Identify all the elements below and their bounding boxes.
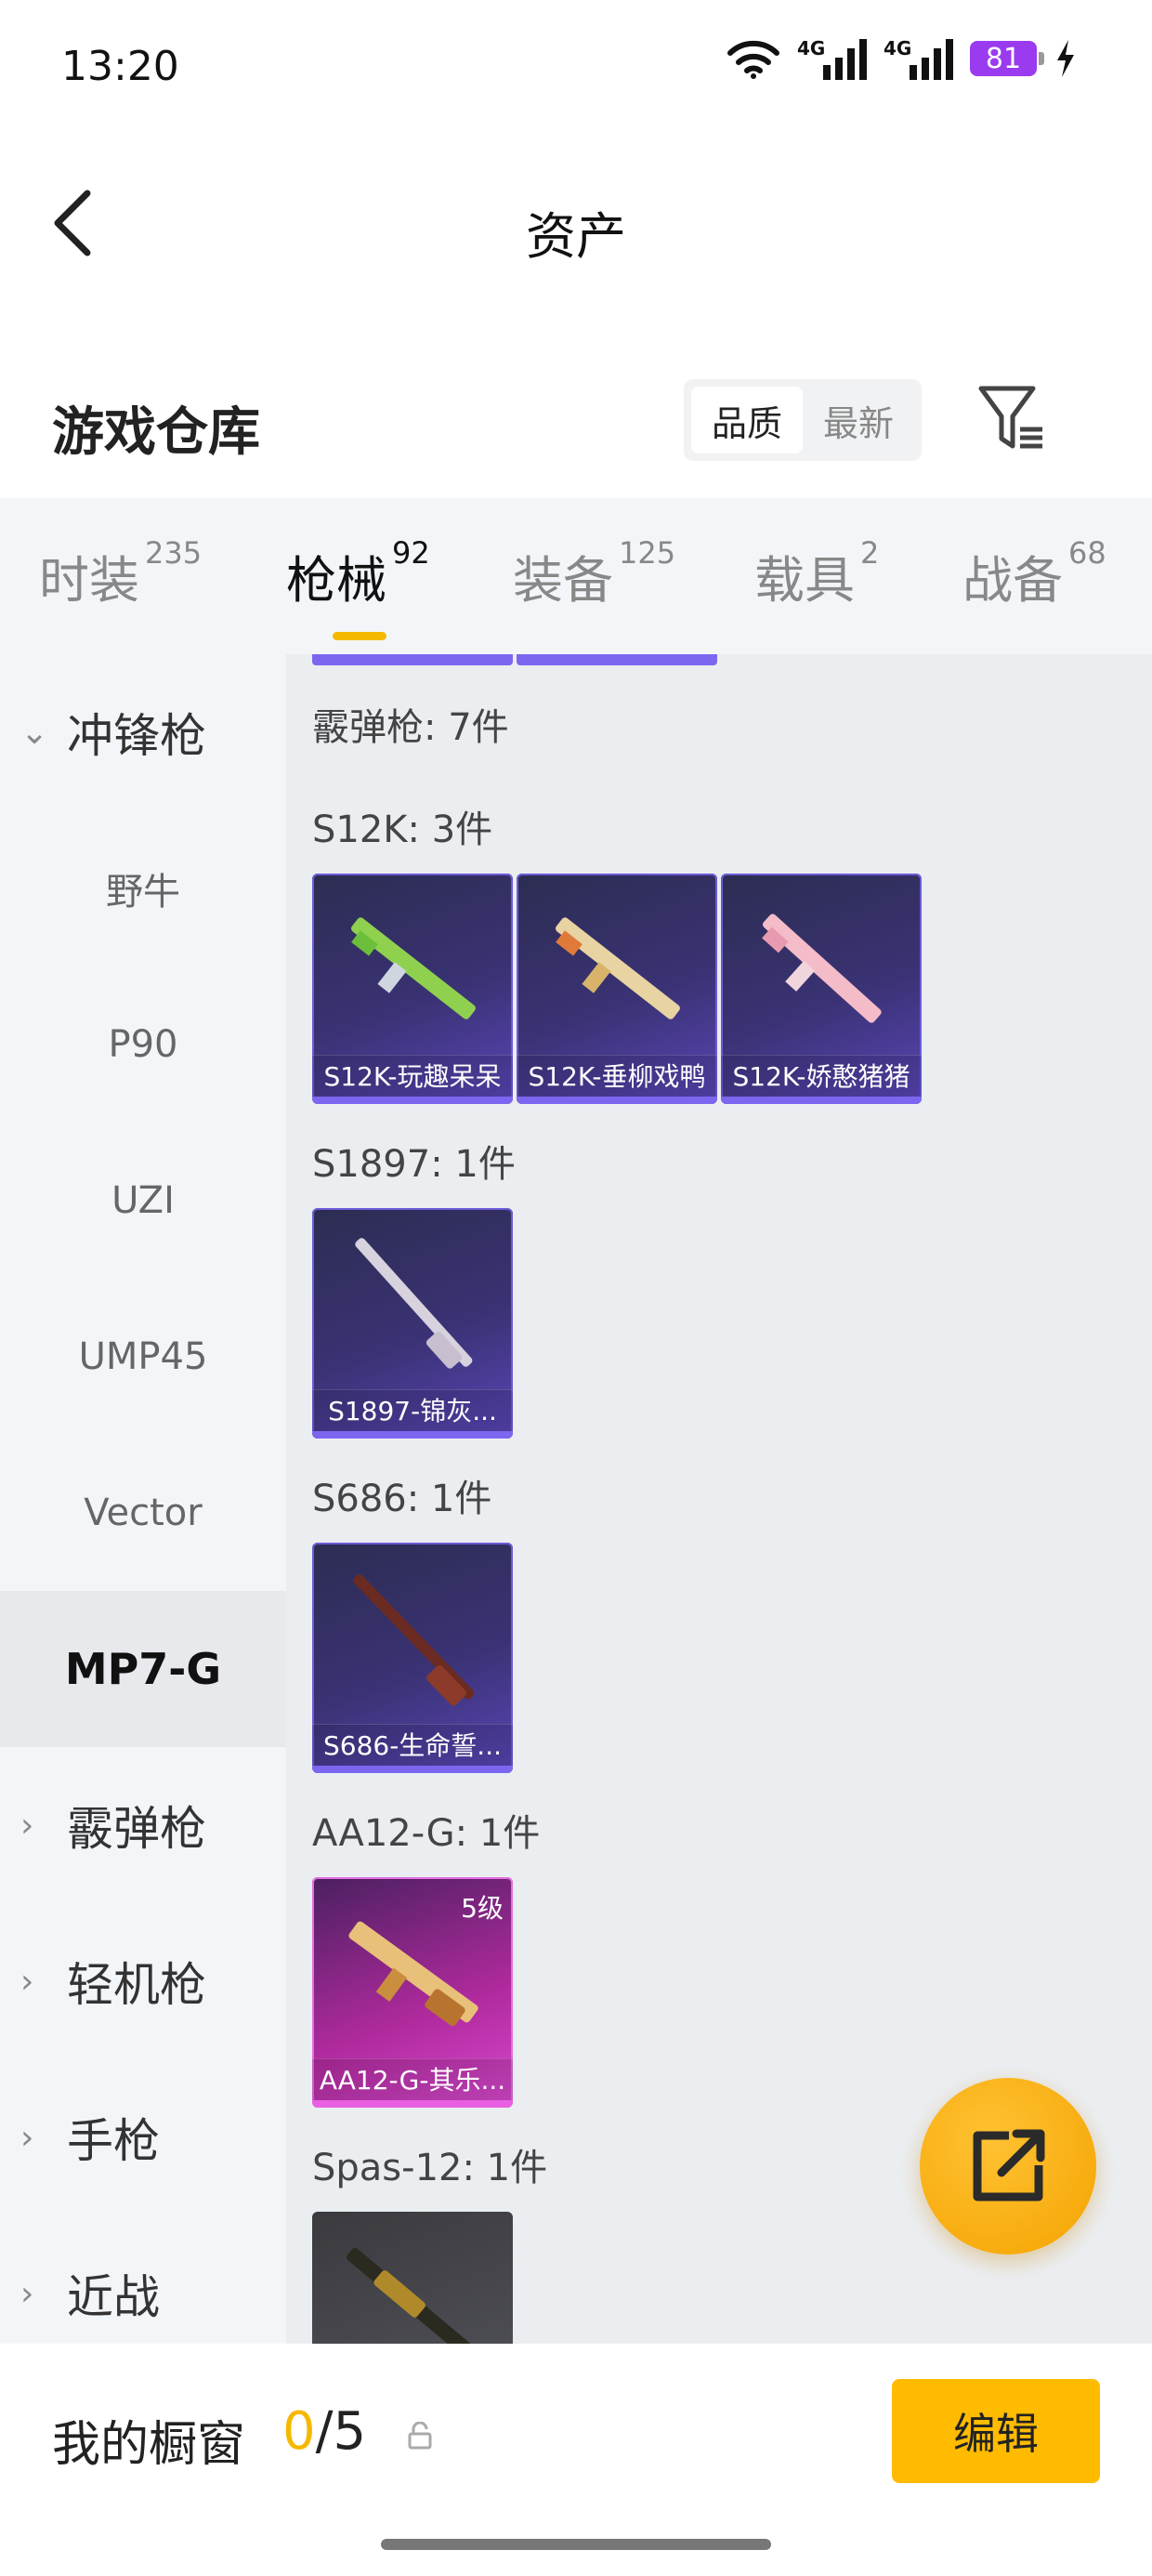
lock-icon [408, 2422, 432, 2450]
weapon-card[interactable]: S12K-玩趣呆呆 [312, 874, 513, 1104]
rifle-icon [762, 913, 882, 1023]
chevron-right-icon: › [20, 2118, 34, 2157]
shotgun-icon [347, 2247, 481, 2344]
card-stub [312, 654, 513, 665]
chevron-down-icon: ⌄ [20, 713, 49, 752]
category-tabs: 时装 235 枪械 92 装备 125 载具 2 战备 68 [0, 498, 1152, 654]
app-header: 资产 [0, 139, 1152, 307]
tab-vehicles[interactable]: 载具 2 [754, 535, 879, 612]
showcase-bar: 我的橱窗 0/5 编辑 [0, 2344, 1152, 2576]
weapon-card[interactable] [312, 2212, 513, 2344]
sort-newest-button[interactable]: 最新 [803, 387, 914, 453]
wifi-icon [727, 40, 779, 79]
section-title-spas12: Spas-12: 1件 [312, 2147, 548, 2189]
weapon-card[interactable]: 5级 AA12-G-其乐... [312, 1877, 513, 2108]
tab-active-indicator [333, 632, 386, 640]
home-indicator[interactable] [381, 2539, 771, 2550]
share-external-icon [973, 2129, 1045, 2201]
section-title-shotgun: 霰弹枪: 7件 [312, 706, 509, 749]
nav-item-bizon[interactable]: 野牛 [0, 810, 286, 966]
nav-group-lmg[interactable]: › 轻机枪 [0, 1903, 286, 2059]
page-title: 资产 [526, 207, 626, 266]
share-fab-button[interactable] [920, 2078, 1096, 2254]
chevron-right-icon: › [20, 1806, 34, 1845]
sort-quality-button[interactable]: 品质 [691, 387, 803, 453]
sort-toggle: 品质 最新 [684, 379, 922, 461]
nav-item-ump45[interactable]: UMP45 [0, 1279, 286, 1435]
status-time: 13:20 [61, 43, 179, 90]
shotgun-icon [353, 1574, 475, 1706]
nav-group-pistol[interactable]: › 手枪 [0, 2059, 286, 2215]
rifle-icon [555, 917, 680, 1019]
filter-icon[interactable] [975, 381, 1050, 455]
chevron-right-icon: › [20, 1962, 34, 2001]
nav-item-vector[interactable]: Vector [0, 1435, 286, 1591]
section-title-s12k: S12K: 3件 [312, 808, 493, 851]
section-title-aa12g: AA12-G: 1件 [312, 1812, 541, 1855]
signal-1-icon: 4G [797, 37, 867, 80]
showcase-count: 0/5 [282, 2401, 367, 2462]
signal-2-icon: 4G [884, 37, 953, 80]
battery-icon: 81 [970, 41, 1044, 76]
status-bar: 13:20 4G 4G 81 [0, 0, 1152, 139]
rifle-icon [350, 917, 476, 1019]
weapon-card[interactable]: S1897-锦灰... [312, 1208, 513, 1439]
shotgun-icon [355, 1238, 473, 1369]
nav-item-p90[interactable]: P90 [0, 966, 286, 1123]
section-title-s686: S686: 1件 [312, 1478, 492, 1520]
warehouse-header: 游戏仓库 品质 最新 [0, 353, 1152, 493]
card-stub [517, 654, 717, 665]
tab-supplies[interactable]: 战备 68 [962, 535, 1106, 612]
showcase-label: 我的橱窗 [52, 2417, 246, 2473]
nav-item-mp7g[interactable]: MP7-G [0, 1591, 286, 1747]
section-title-s1897: S1897: 1件 [312, 1143, 516, 1186]
nav-group-shotgun[interactable]: › 霰弹枪 [0, 1747, 286, 1903]
level-badge: 5级 [461, 1893, 504, 1924]
nav-group-melee[interactable]: › 近战 [0, 2215, 286, 2344]
weapon-card[interactable]: S686-生命誓... [312, 1543, 513, 1773]
nav-group-smg[interactable]: ⌄ 冲锋枪 [0, 654, 286, 810]
weapon-card[interactable]: S12K-娇憨猪猪 [721, 874, 922, 1104]
charging-icon [1057, 40, 1074, 77]
status-icons: 4G 4G 81 [727, 37, 1078, 80]
tab-equipment[interactable]: 装备 125 [513, 535, 675, 612]
chevron-right-icon: › [20, 2274, 34, 2313]
weapon-category-nav: ⌄ 冲锋枪 野牛 P90 UZI UMP45 Vector MP7-G › 霰弹… [0, 654, 286, 2344]
nav-item-uzi[interactable]: UZI [0, 1123, 286, 1279]
edit-button[interactable]: 编辑 [892, 2379, 1100, 2483]
tab-firearms[interactable]: 枪械 92 [286, 535, 430, 640]
weapon-card[interactable]: S12K-垂柳戏鸭 [517, 874, 717, 1104]
tab-fashion[interactable]: 时装 235 [39, 535, 202, 612]
warehouse-title: 游戏仓库 [52, 402, 260, 463]
